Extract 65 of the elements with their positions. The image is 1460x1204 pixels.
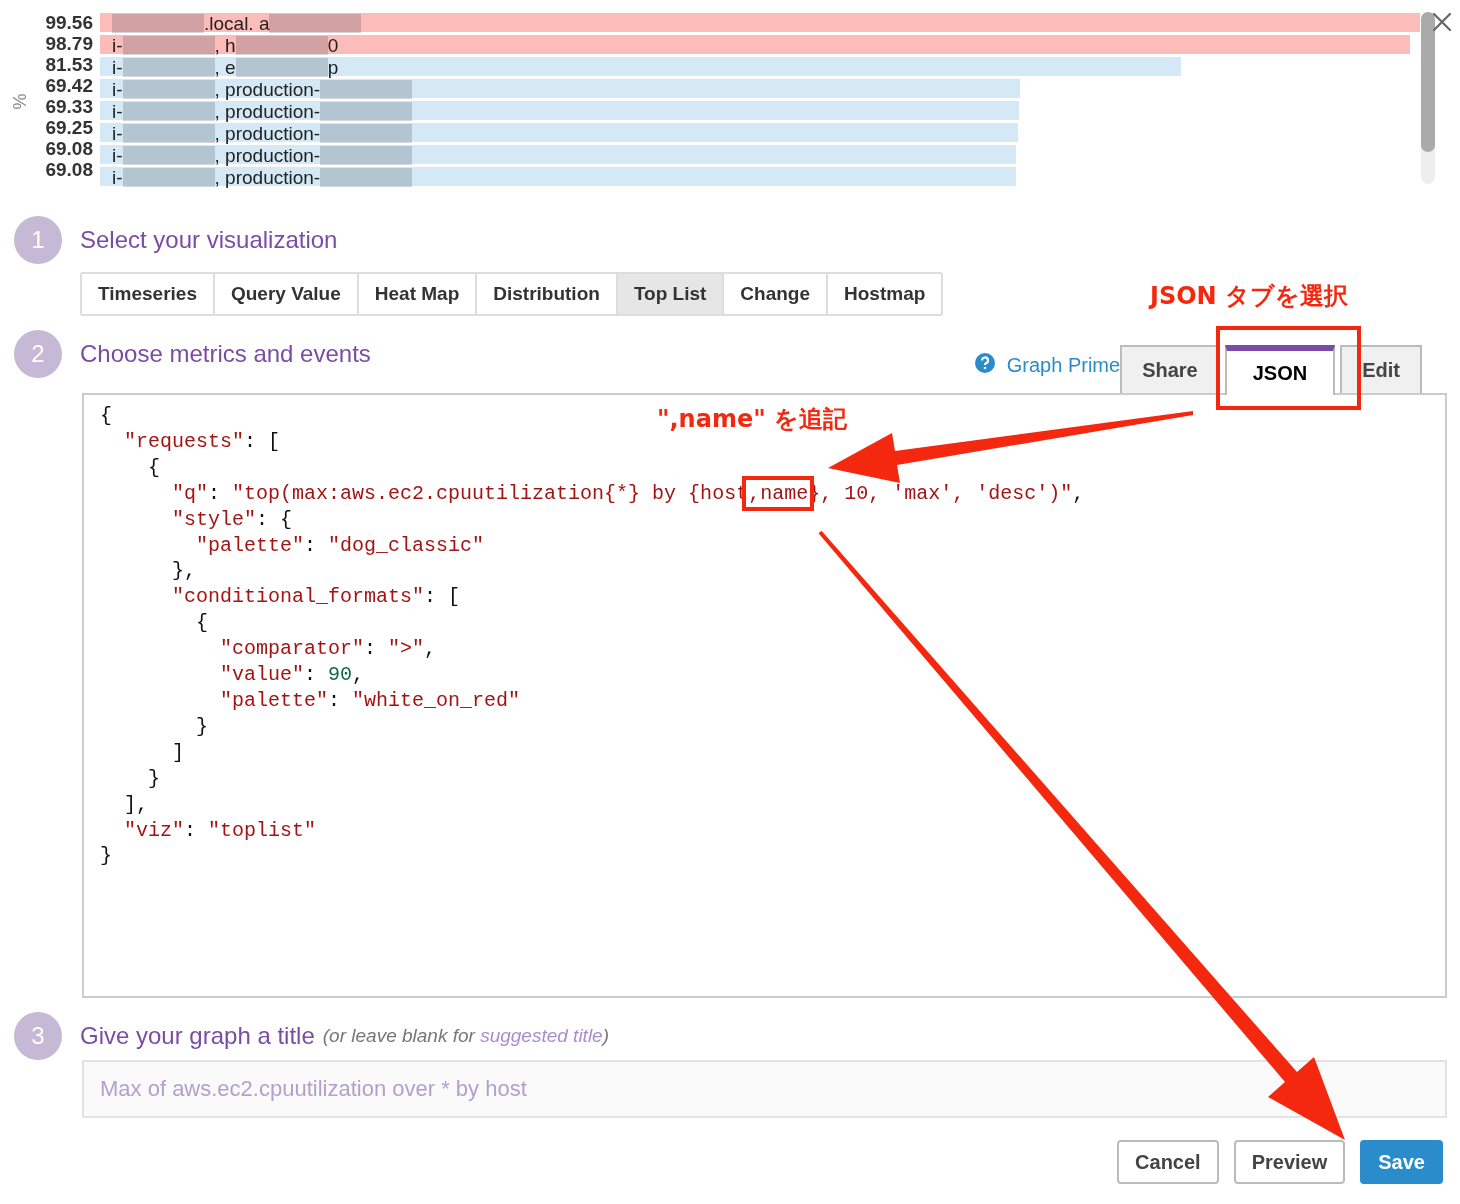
action-button[interactable]: Preview [1233,1140,1346,1184]
code-line: } [195,713,209,740]
editor-tab[interactable]: JSON [1224,345,1336,395]
host-label: , production- [214,144,321,167]
code-line: "style": { [171,506,293,533]
step-number: 3 [14,1012,62,1060]
value-label: 69.25 [44,117,93,138]
code-line: } [100,843,112,870]
host-label: 0 [327,34,339,57]
axis-label: % [9,93,31,109]
host-label: i- [112,34,123,57]
close-icon[interactable] [1432,12,1452,32]
host-label: i- [112,144,123,167]
annotation-label: JSON タブを選択 [1150,281,1349,312]
json-editor[interactable] [82,393,1447,998]
value-label: 69.08 [44,138,93,159]
code-line: "palette": "dog_classic" [195,532,485,559]
step-title: Give your graph a title [80,1022,315,1050]
host-label: , production- [214,122,321,145]
code-line: "value": 90, [219,662,365,688]
host-label: , h [214,34,236,57]
graph-primer-link[interactable]: Graph Prime [1006,354,1121,377]
host-label: , production- [214,78,321,101]
host-label: .local. a [204,12,270,35]
help-icon[interactable] [974,353,995,373]
value-label: 69.08 [44,159,93,180]
save-button[interactable]: Save [1360,1140,1443,1184]
code-line: { [147,454,160,481]
code-line: "viz": "toplist" [123,817,317,844]
step-title: Select your visualization [80,226,338,254]
code-line: ], [123,791,148,818]
value-label: 81.53 [44,54,93,75]
code-line: ] [171,739,184,766]
code-line: "palette": "white_on_red" [219,687,521,714]
step-number: 2 [14,330,62,378]
code-line: "conditional_formats": [ [171,584,461,611]
host-label: i- [112,166,123,189]
value-label: 69.33 [44,96,93,117]
host-label: , e [214,56,236,79]
host-label: , production- [214,100,321,123]
code-line: "requests": [ [123,428,281,455]
host-label: i- [112,78,123,101]
value-label: 98.79 [44,33,93,54]
visualization-tab[interactable]: Top List [617,274,725,314]
host-label: p [327,56,339,79]
host-label: i- [112,56,123,79]
action-button[interactable]: Cancel [1117,1140,1219,1184]
title-hint: (or leave blank for suggested title) [322,1025,609,1047]
code-line: { [195,610,209,637]
editor-tab[interactable]: Edit [1340,345,1422,393]
value-label: 99.56 [44,12,93,33]
scrollbar[interactable] [1421,12,1435,184]
host-label: i- [112,100,123,123]
host-label: , production- [214,166,321,189]
code-line: "comparator": ">", [219,636,437,663]
code-line: } [147,765,160,792]
code-line: }, [171,558,196,585]
step-title: Choose metrics and events [80,340,371,368]
step-number: 1 [14,216,62,264]
title-input-field[interactable]: Max of aws.ec2.cpuutilization over * by host [82,1060,1447,1118]
visualization-tab[interactable]: Timeseries [82,274,215,314]
code-line: { [100,403,112,429]
value-label: 69.42 [44,75,93,96]
host-label: i- [112,122,123,145]
annotation-label: ",name" を追記 [657,404,848,435]
